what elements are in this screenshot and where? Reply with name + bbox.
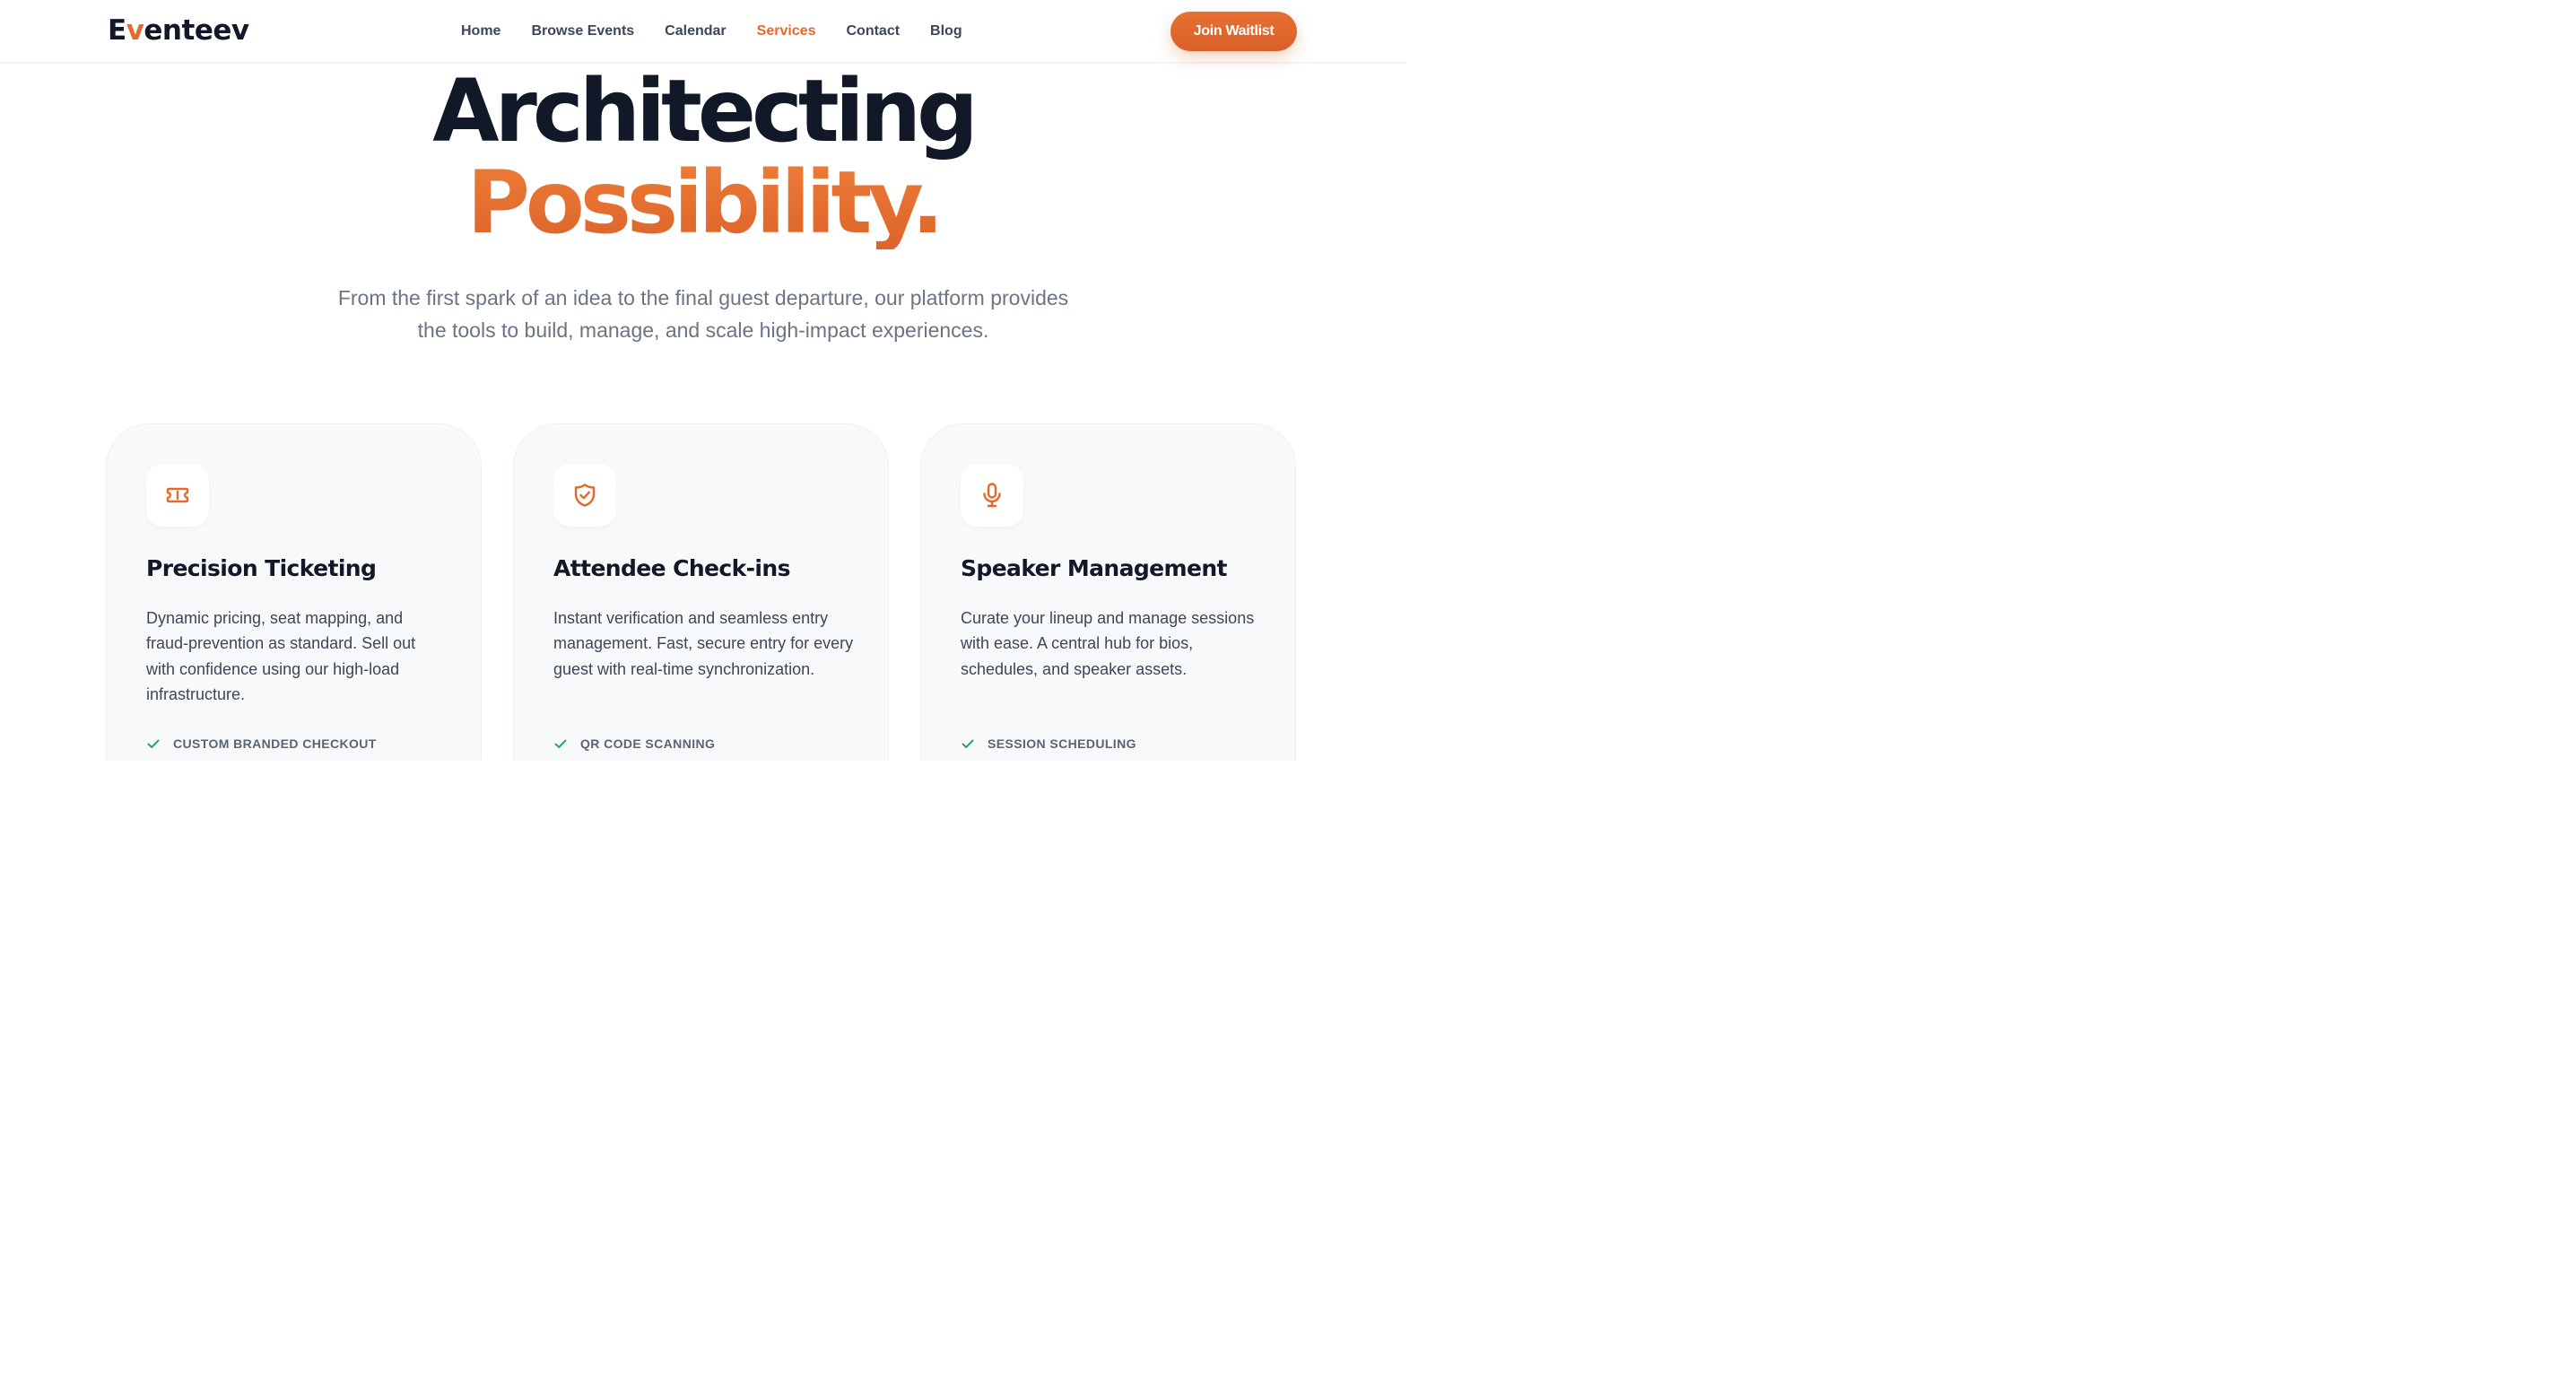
hero-subtitle: From the first spark of an idea to the f…	[314, 282, 1092, 346]
hero-subtitle-line2: the tools to build, manage, and scale hi…	[417, 318, 989, 342]
hero-subtitle-line1: From the first spark of an idea to the f…	[337, 286, 1069, 309]
service-card-ticketing: Precision Ticketing Dynamic pricing, sea…	[106, 423, 482, 761]
check-icon	[554, 739, 567, 748]
card-title: Precision Ticketing	[146, 555, 377, 581]
card-icon-container	[553, 464, 616, 527]
logo-prefix: E	[108, 14, 126, 47]
shield-check-icon	[574, 484, 596, 507]
hero-title-line2: Possibility.	[0, 156, 1406, 249]
feature-label: SESSION SCHEDULING	[988, 736, 1136, 751]
nav-link-blog[interactable]: Blog	[915, 0, 978, 63]
card-title: Attendee Check-ins	[553, 555, 790, 581]
nav-link-home[interactable]: Home	[446, 0, 516, 63]
card-icon-container	[146, 464, 209, 527]
card-title: Speaker Management	[961, 555, 1227, 581]
check-icon	[962, 739, 974, 748]
card-icon-container	[961, 464, 1023, 527]
nav-link-calendar[interactable]: Calendar	[649, 0, 741, 63]
page: Eventeev Home Browse Events Calendar Ser…	[0, 0, 1406, 761]
feature-label: CUSTOM BRANDED CHECKOUT	[173, 736, 377, 751]
hero-title: Architecting Possibility.	[0, 65, 1406, 249]
top-nav: Eventeev Home Browse Events Calendar Ser…	[0, 0, 1406, 63]
hero-title-line1: Architecting	[432, 61, 979, 161]
join-waitlist-button[interactable]: Join Waitlist	[1171, 12, 1297, 51]
card-description: Dynamic pricing, seat mapping, and fraud…	[146, 609, 416, 703]
nav-link-browse-events[interactable]: Browse Events	[516, 0, 649, 63]
service-card-checkins: Attendee Check-ins Instant verification …	[513, 423, 889, 761]
card-feature-item: SESSION SCHEDULING	[961, 736, 1136, 751]
card-description: Instant verification and seamless entry …	[553, 609, 854, 678]
brand-logo[interactable]: Eventeev	[108, 13, 249, 48]
feature-label: QR CODE SCANNING	[580, 736, 716, 751]
card-feature-item: CUSTOM BRANDED CHECKOUT	[146, 736, 377, 751]
nav-link-services[interactable]: Services	[742, 0, 831, 63]
check-icon	[147, 739, 160, 748]
logo-accent-letter: v	[126, 14, 144, 47]
nav-links: Home Browse Events Calendar Services Con…	[446, 0, 978, 63]
service-card-speakers: Speaker Management Curate your lineup an…	[920, 423, 1296, 761]
microphone-icon	[983, 483, 1001, 508]
card-feature-item: QR CODE SCANNING	[553, 736, 715, 751]
nav-link-contact[interactable]: Contact	[831, 0, 915, 63]
ticket-icon	[166, 487, 189, 503]
card-description: Curate your lineup and manage sessions w…	[961, 609, 1255, 678]
logo-suffix: enteev	[144, 14, 249, 47]
